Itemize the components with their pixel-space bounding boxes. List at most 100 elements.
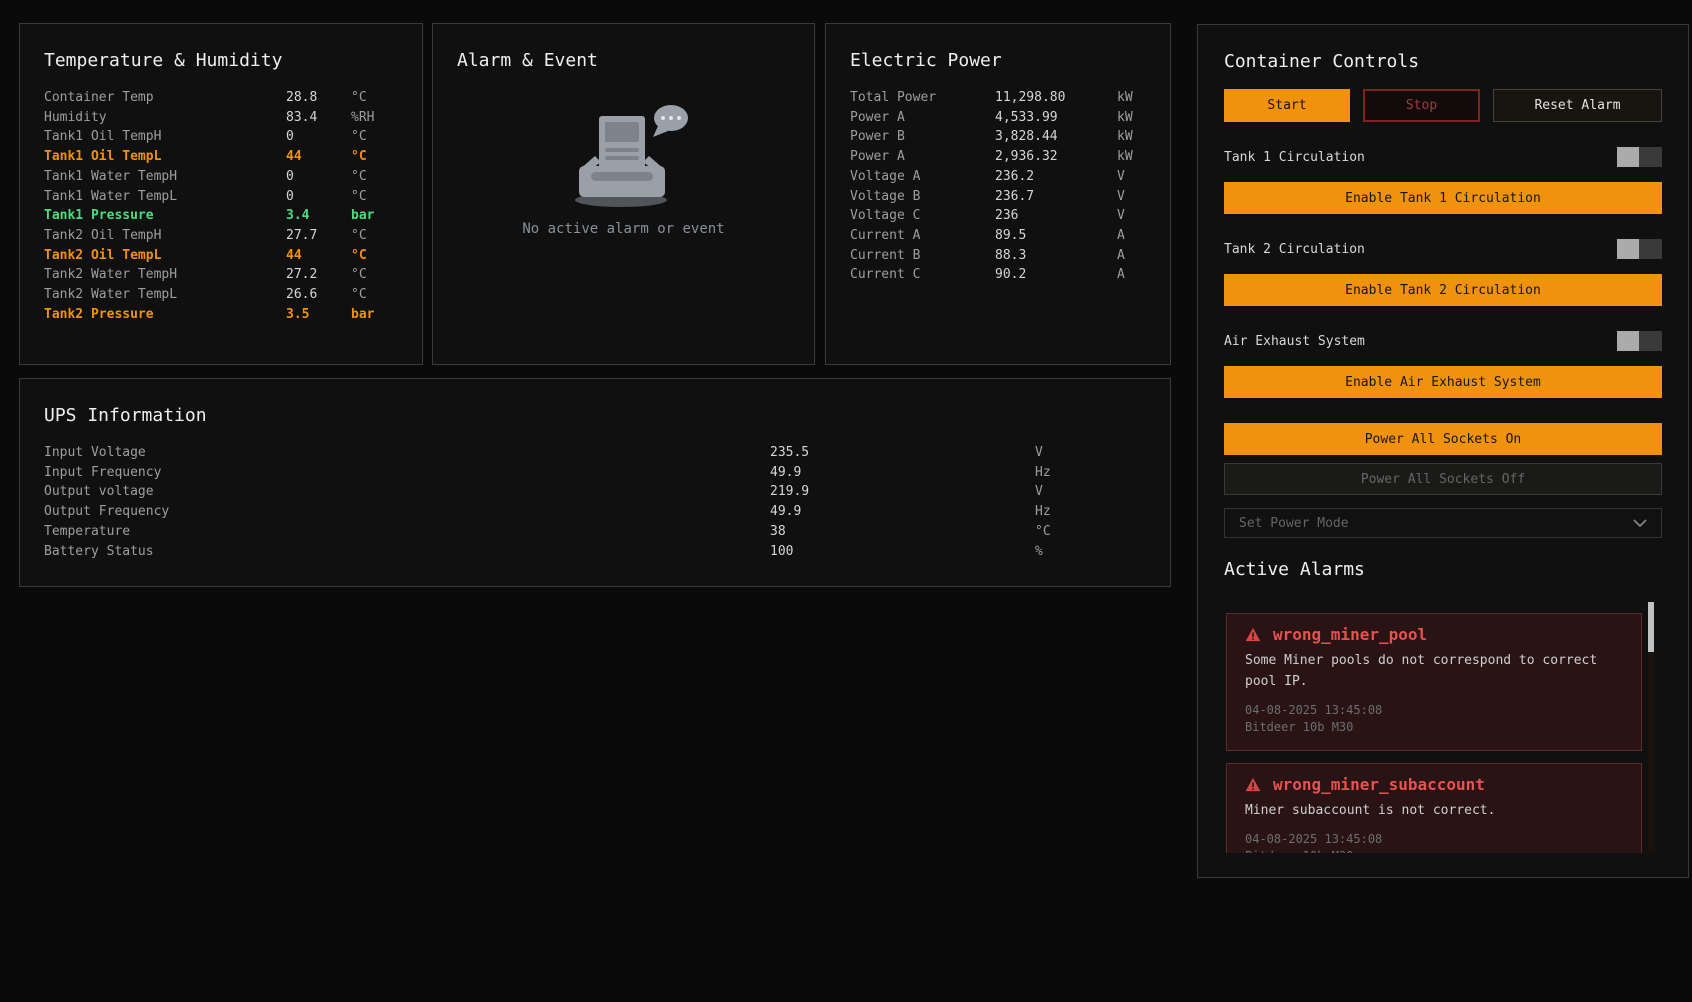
alarm-device: Bitdeer 10b M30 [1245, 719, 1623, 736]
toggle-label: Tank 1 Circulation [1224, 150, 1365, 165]
metric-value: 2,936.32 [995, 147, 1117, 167]
warning-triangle-icon [1245, 777, 1261, 792]
metric-label: Tank1 Water TempH [44, 167, 286, 187]
panel-title-container-controls: Container Controls [1224, 51, 1662, 73]
metric-unit: kW [1117, 108, 1146, 128]
metric-unit: V [1117, 167, 1146, 187]
reset-alarm-button[interactable]: Reset Alarm [1493, 89, 1662, 122]
metric-unit: A [1117, 265, 1146, 285]
metric-value: 38 [770, 522, 1035, 542]
active-alarms-list[interactable]: wrong_miner_pool Some Miner pools do not… [1224, 600, 1662, 853]
electric-power-panel: Electric Power Total Power 11,298.80 kW … [825, 23, 1171, 365]
metric-row: Output voltage 219.9 V [44, 482, 1146, 502]
metric-label: Current A [850, 226, 995, 246]
metric-label: Total Power [850, 88, 995, 108]
metric-unit: V [1035, 482, 1146, 502]
metric-row: Current A 89.5 A [850, 226, 1146, 246]
metric-unit: % [1035, 542, 1146, 562]
set-power-mode-select[interactable]: Set Power Mode [1224, 508, 1662, 538]
metric-row: Input Frequency 49.9 Hz [44, 463, 1146, 483]
metric-label: Tank2 Oil TempH [44, 226, 286, 246]
metric-unit: Hz [1035, 502, 1146, 522]
stop-button[interactable]: Stop [1363, 89, 1480, 122]
metric-row: Total Power 11,298.80 kW [850, 88, 1146, 108]
metric-unit: A [1117, 246, 1146, 266]
metric-label: Power B [850, 127, 995, 147]
toggle-switch[interactable] [1617, 239, 1662, 259]
metric-unit: °C [351, 246, 398, 266]
metric-value: 88.3 [995, 246, 1117, 266]
panel-title-alarm-event: Alarm & Event [457, 50, 790, 72]
power-all-sockets-on-button[interactable]: Power All Sockets On [1224, 423, 1662, 455]
metric-value: 235.5 [770, 443, 1035, 463]
alarm-card: wrong_miner_subaccount Miner subaccount … [1226, 763, 1642, 853]
metric-row: Voltage A 236.2 V [850, 167, 1146, 187]
inbox-speech-bubble-icon [549, 104, 699, 209]
alarm-device: Bitdeer 10b M30 [1245, 848, 1623, 853]
metric-value: 89.5 [995, 226, 1117, 246]
alarm-card-header: wrong_miner_pool [1245, 626, 1623, 642]
power-all-sockets-off-button[interactable]: Power All Sockets Off [1224, 463, 1662, 495]
metric-label: Tank1 Water TempL [44, 187, 286, 207]
metric-label: Voltage B [850, 187, 995, 207]
metric-label: Power A [850, 147, 995, 167]
metric-unit: °C [351, 285, 398, 305]
toggle-switch[interactable] [1617, 331, 1662, 351]
toggle-section: Tank 1 Circulation Enable Tank 1 Circula… [1224, 147, 1662, 214]
toggle-switch-knob [1617, 147, 1639, 167]
metric-unit: bar [351, 206, 398, 226]
panel-title-electric-power: Electric Power [850, 50, 1146, 72]
toggle-switch[interactable] [1617, 147, 1662, 167]
toggle-switch-knob [1617, 239, 1639, 259]
metric-row: Temperature 38 °C [44, 522, 1146, 542]
alarm-name: wrong_miner_subaccount [1273, 775, 1485, 794]
metric-unit: °C [351, 265, 398, 285]
metric-unit: kW [1117, 147, 1146, 167]
metric-row: Humidity 83.4 %RH [44, 108, 398, 128]
metric-unit: kW [1117, 88, 1146, 108]
metric-value: 49.9 [770, 502, 1035, 522]
metric-label: Power A [850, 108, 995, 128]
metric-unit: °C [351, 127, 398, 147]
metric-value: 236.7 [995, 187, 1117, 207]
metric-label: Voltage C [850, 206, 995, 226]
metric-value: 27.2 [286, 265, 351, 285]
metric-unit: °C [351, 88, 398, 108]
metric-value: 28.8 [286, 88, 351, 108]
metric-value: 44 [286, 246, 351, 266]
toggle-label: Tank 2 Circulation [1224, 242, 1365, 257]
metric-unit: V [1117, 187, 1146, 207]
metric-label: Input Frequency [44, 463, 770, 483]
metric-label: Tank2 Water TempL [44, 285, 286, 305]
panel-title-ups: UPS Information [44, 405, 1146, 427]
alarm-card: wrong_miner_pool Some Miner pools do not… [1226, 613, 1642, 751]
metric-value: 236 [995, 206, 1117, 226]
alarm-timestamp: 04-08-2025 13:45:08 [1245, 831, 1623, 848]
metric-row: Power A 4,533.99 kW [850, 108, 1146, 128]
metric-unit: V [1117, 206, 1146, 226]
control-button-row: Start Stop Reset Alarm [1224, 89, 1662, 122]
metric-unit: °C [351, 147, 398, 167]
metric-value: 0 [286, 187, 351, 207]
metric-value: 219.9 [770, 482, 1035, 502]
alarm-event-panel: Alarm & Event No active alarm or event [432, 23, 815, 365]
enable-button[interactable]: Enable Tank 1 Circulation [1224, 182, 1662, 214]
metric-unit: °C [351, 226, 398, 246]
enable-button[interactable]: Enable Air Exhaust System [1224, 366, 1662, 398]
metric-row: Current B 88.3 A [850, 246, 1146, 266]
metric-value: 11,298.80 [995, 88, 1117, 108]
alarm-scrollbar-thumb[interactable] [1648, 602, 1654, 652]
metric-row: Tank2 Oil TempH 27.7 °C [44, 226, 398, 246]
metric-value: 0 [286, 167, 351, 187]
metric-row: Tank2 Oil TempL 44 °C [44, 246, 398, 266]
set-power-mode-placeholder: Set Power Mode [1239, 516, 1349, 531]
alarm-scrollbar-track[interactable] [1648, 602, 1654, 851]
alarm-card-header: wrong_miner_subaccount [1245, 776, 1623, 792]
start-button[interactable]: Start [1224, 89, 1350, 122]
metric-row: Current C 90.2 A [850, 265, 1146, 285]
metric-unit: °C [1035, 522, 1146, 542]
metric-unit: %RH [351, 108, 398, 128]
metric-label: Input Voltage [44, 443, 770, 463]
metric-label: Container Temp [44, 88, 286, 108]
enable-button[interactable]: Enable Tank 2 Circulation [1224, 274, 1662, 306]
